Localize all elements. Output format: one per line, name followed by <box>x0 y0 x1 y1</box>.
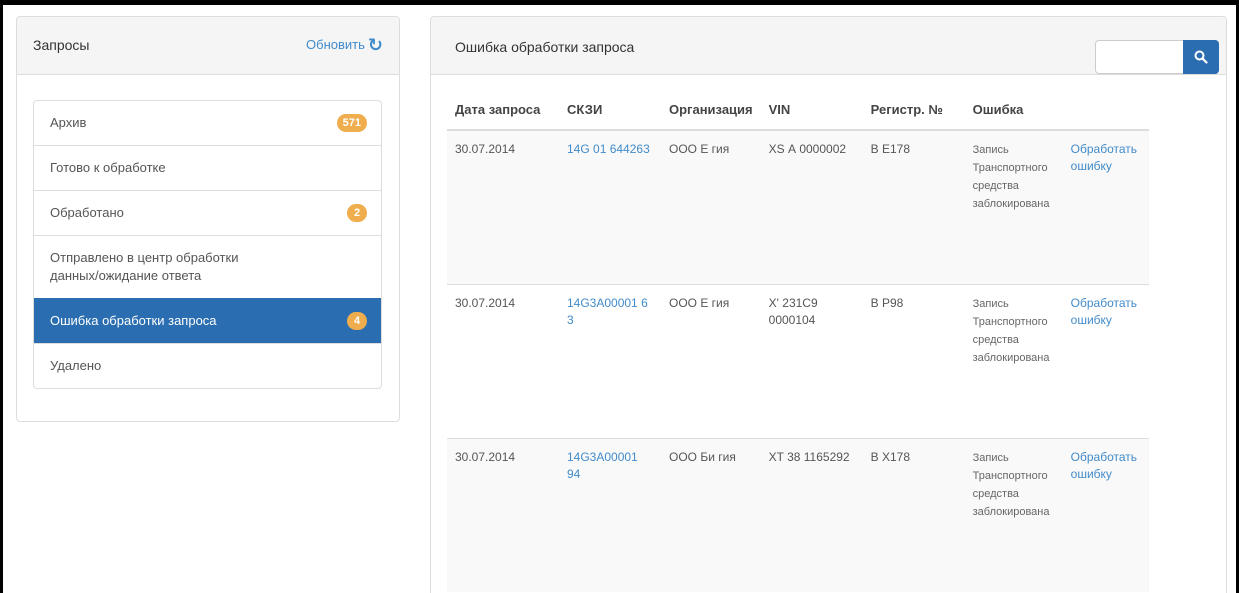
column-header-action <box>1062 95 1149 131</box>
process-error-link[interactable]: Обработать ошибку <box>1071 142 1137 173</box>
search-input[interactable] <box>1095 40 1183 74</box>
cell-date: 30.07.2014 <box>447 283 559 438</box>
requests-panel-header: Запросы Обновить ↻ <box>17 17 399 75</box>
list-item-label: Удалено <box>50 358 102 373</box>
cell-skzi: 14G3A00001 94 <box>559 437 661 592</box>
table-row: 30.07.2014 14G3A00001 6 3 ООО Е гия X' 2… <box>447 283 1149 438</box>
cell-vin: XT 38 1165292 <box>760 437 863 592</box>
cell-date: 30.07.2014 <box>447 129 559 284</box>
cell-reg: В Х178 <box>862 437 965 592</box>
refresh-button[interactable]: Обновить ↻ <box>306 35 383 56</box>
search-icon <box>1194 50 1208 64</box>
requests-panel: Запросы Обновить ↻ Архив 571 Готово к обр… <box>16 16 400 422</box>
cell-action: Обработать ошибку <box>1062 437 1149 592</box>
list-item-processed[interactable]: Обработано 2 <box>34 190 381 235</box>
cell-org: ООО Е гия <box>661 283 761 438</box>
cell-org: ООО Би гия <box>661 437 761 592</box>
cell-date: 30.07.2014 <box>447 437 559 592</box>
list-item-error[interactable]: Ошибка обработки запроса 4 <box>34 298 381 343</box>
cell-org: ООО Е гия <box>661 129 761 284</box>
cell-action: Обработать ошибку <box>1062 129 1149 284</box>
process-error-link[interactable]: Обработать ошибку <box>1071 296 1137 327</box>
column-header-vin: VIN <box>760 95 863 131</box>
table-row: 30.07.2014 14G3A00001 94 ООО Би гия XT 3… <box>447 437 1149 592</box>
count-badge: 571 <box>336 114 367 132</box>
requests-list: Архив 571 Готово к обработке Обработано … <box>33 100 382 389</box>
requests-table: Дата запроса СКЗИ Организация VIN Регист… <box>447 95 1149 592</box>
list-item-archive[interactable]: Архив 571 <box>34 101 381 145</box>
skzi-link[interactable]: 14G3A00001 6 3 <box>567 296 648 327</box>
cell-action: Обработать ошибку <box>1062 283 1149 438</box>
column-header-org: Организация <box>661 95 761 131</box>
cell-reg: В Е178 <box>862 129 965 284</box>
cell-vin: X' 231C9 0000104 <box>760 283 863 438</box>
cell-error: Запись Транспортного средства заблокиров… <box>964 129 1063 284</box>
skzi-link[interactable]: 14G3A00001 94 <box>567 450 638 481</box>
process-error-link[interactable]: Обработать ошибку <box>1071 450 1137 481</box>
list-item-label: Готово к обработке <box>50 160 166 175</box>
cell-error: Запись Транспортного средства заблокиров… <box>964 283 1063 438</box>
search-button[interactable] <box>1183 40 1219 74</box>
table-header-row: Дата запроса СКЗИ Организация VIN Регист… <box>447 95 1149 131</box>
error-panel: Ошибка обработки запроса Дата запроса СК… <box>430 16 1227 593</box>
requests-panel-title: Запросы <box>33 37 90 53</box>
list-item-label: Ошибка обработки запроса <box>50 313 217 328</box>
list-item-label: Архив <box>50 115 87 130</box>
refresh-label: Обновить <box>306 37 365 52</box>
column-header-reg: Регистр. № <box>862 95 965 131</box>
cell-skzi: 14G3A00001 6 3 <box>559 283 661 438</box>
error-panel-title: Ошибка обработки запроса <box>455 39 635 55</box>
list-item-deleted[interactable]: Удалено <box>34 343 381 388</box>
refresh-icon: ↻ <box>367 35 383 55</box>
list-item-label: Отправлено в центр обработки данных/ожид… <box>50 250 239 283</box>
table-row: 30.07.2014 14G 01 644263 ООО Е гия XS А … <box>447 129 1149 284</box>
cell-error: Запись Транспортного средства заблокиров… <box>964 437 1063 592</box>
list-item-label: Обработано <box>50 205 124 220</box>
count-badge: 4 <box>347 312 367 330</box>
list-item-ready[interactable]: Готово к обработке <box>34 145 381 190</box>
cell-vin: XS А 0000002 <box>760 129 863 284</box>
column-header-date: Дата запроса <box>447 95 559 131</box>
count-badge: 2 <box>347 204 367 222</box>
column-header-error: Ошибка <box>964 95 1063 131</box>
column-header-skzi: СКЗИ <box>559 95 661 131</box>
skzi-link[interactable]: 14G 01 644263 <box>567 142 650 156</box>
list-item-sent[interactable]: Отправлено в центр обработки данных/ожид… <box>34 235 381 298</box>
cell-skzi: 14G 01 644263 <box>559 129 661 284</box>
cell-reg: В Р98 <box>862 283 965 438</box>
